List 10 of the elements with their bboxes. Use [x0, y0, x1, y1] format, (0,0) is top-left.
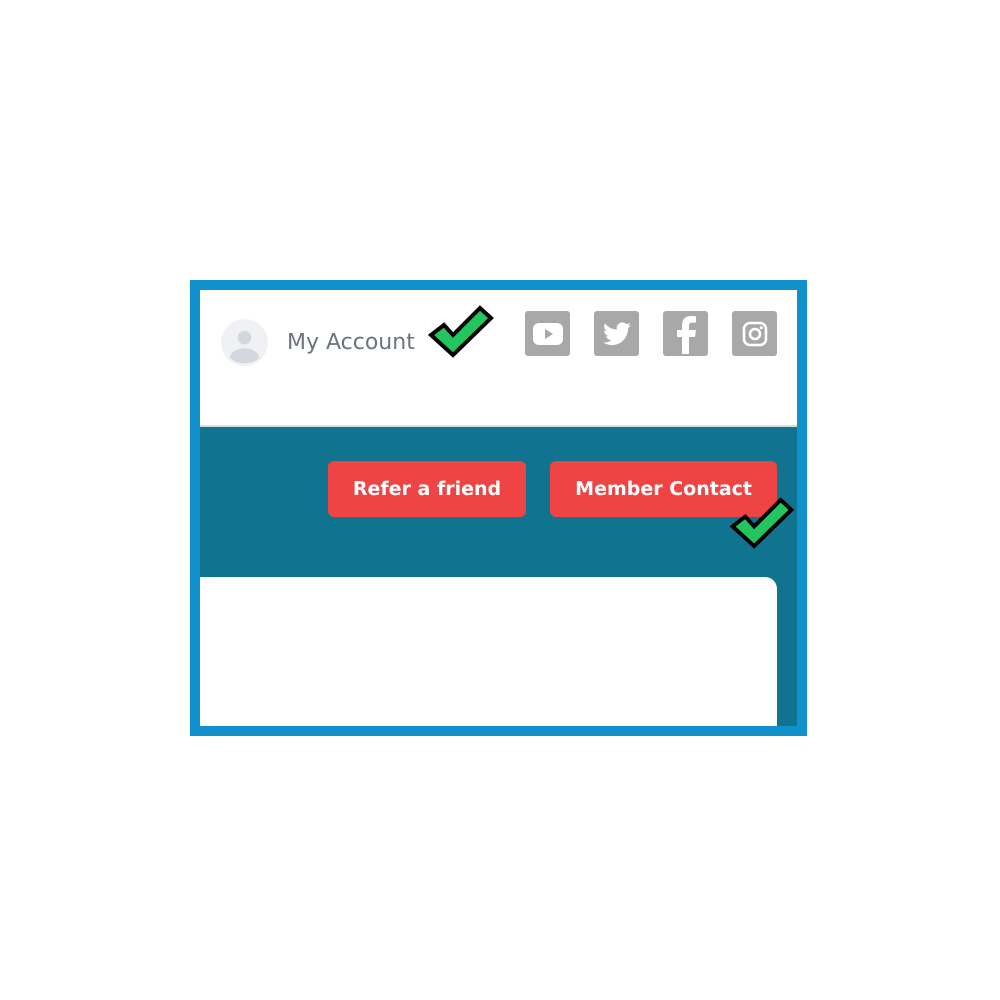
account-link[interactable]: My Account: [287, 326, 415, 359]
check-icon: [428, 305, 494, 358]
check-icon: [728, 497, 796, 549]
bird-icon[interactable]: [594, 311, 639, 356]
camera-icon[interactable]: [732, 311, 777, 356]
youtube-icon[interactable]: [525, 311, 570, 356]
action-button[interactable]: Member Contact: [550, 461, 777, 517]
avatar-icon[interactable]: [221, 319, 268, 366]
letter-f-icon[interactable]: [663, 311, 708, 356]
action-button[interactable]: Refer a friend: [328, 461, 526, 517]
